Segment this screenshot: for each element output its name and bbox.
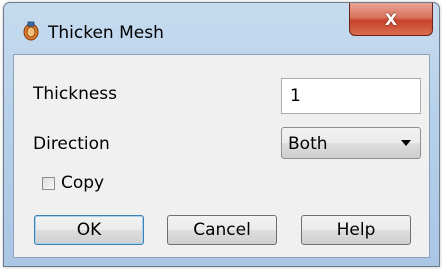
copy-checkbox[interactable] [42,177,55,190]
dialog-window: Thicken Mesh X Thickness 1 Direction Bot… [3,2,440,267]
copy-label[interactable]: Copy [61,173,104,193]
thickness-input[interactable]: 1 [281,78,421,114]
thickness-label: Thickness [33,84,118,104]
dialog-content: Thickness 1 Direction Both Copy OK Cance… [13,54,430,258]
cancel-button[interactable]: Cancel [167,215,277,245]
ok-button[interactable]: OK [34,215,144,245]
window-title: Thicken Mesh [48,23,164,43]
direction-select[interactable]: Both [281,127,421,159]
chevron-down-icon [401,140,411,146]
close-icon: X [384,9,398,29]
direction-selected-value: Both [288,134,328,154]
title-bar[interactable]: Thicken Mesh X [4,3,439,53]
close-button[interactable]: X [349,3,433,36]
help-button[interactable]: Help [301,215,411,245]
app-icon [23,21,39,41]
direction-label: Direction [33,134,110,154]
